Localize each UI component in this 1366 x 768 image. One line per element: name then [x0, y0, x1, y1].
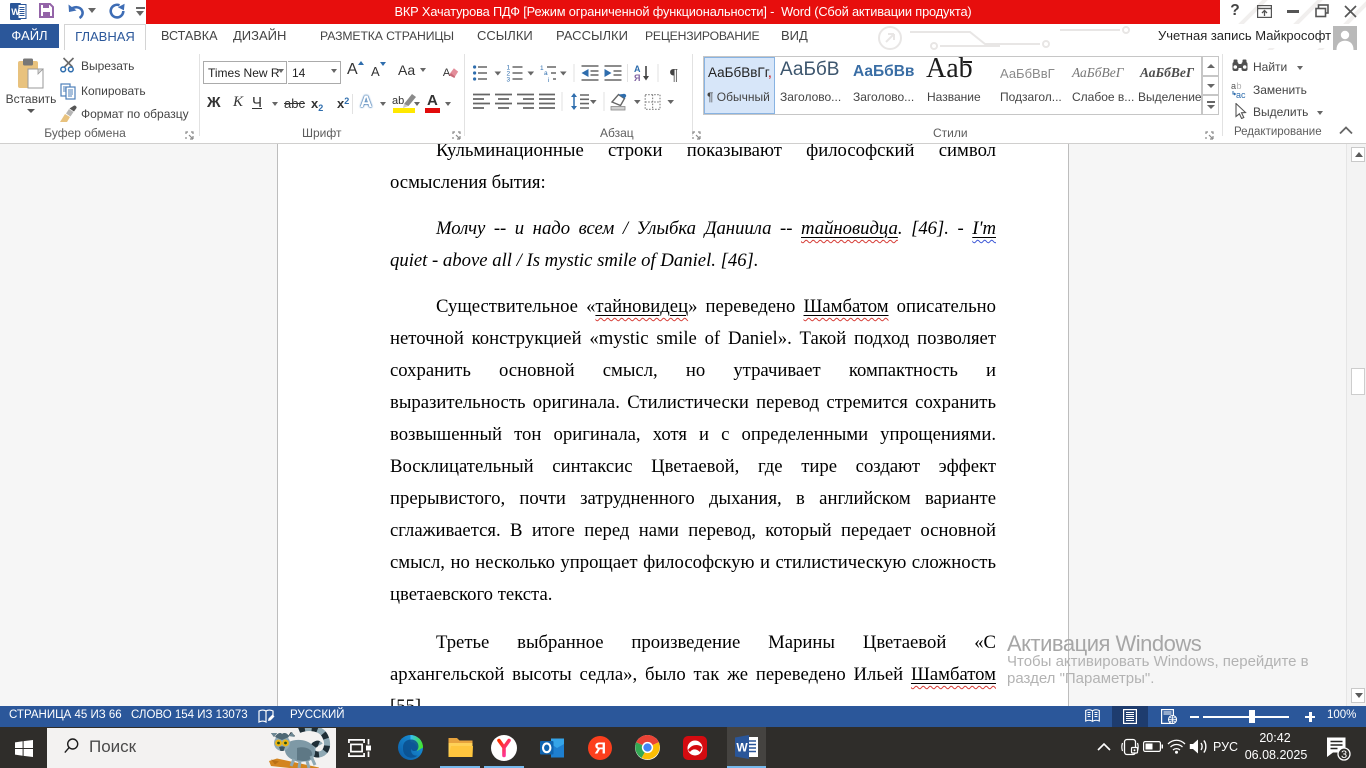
- svg-text:ac: ac: [1236, 90, 1246, 99]
- svg-text:3: 3: [1341, 749, 1347, 761]
- svg-text:Я: Я: [594, 741, 606, 758]
- svg-text:3: 3: [507, 76, 511, 82]
- svg-text:i: i: [548, 77, 549, 82]
- svg-text:W: W: [736, 741, 748, 755]
- svg-text:A: A: [443, 67, 451, 79]
- svg-text:Я: Я: [634, 73, 640, 82]
- svg-text:¶: ¶: [670, 65, 678, 82]
- svg-text:W: W: [11, 7, 20, 17]
- svg-text:a: a: [544, 70, 548, 77]
- svg-text:ab: ab: [392, 95, 404, 107]
